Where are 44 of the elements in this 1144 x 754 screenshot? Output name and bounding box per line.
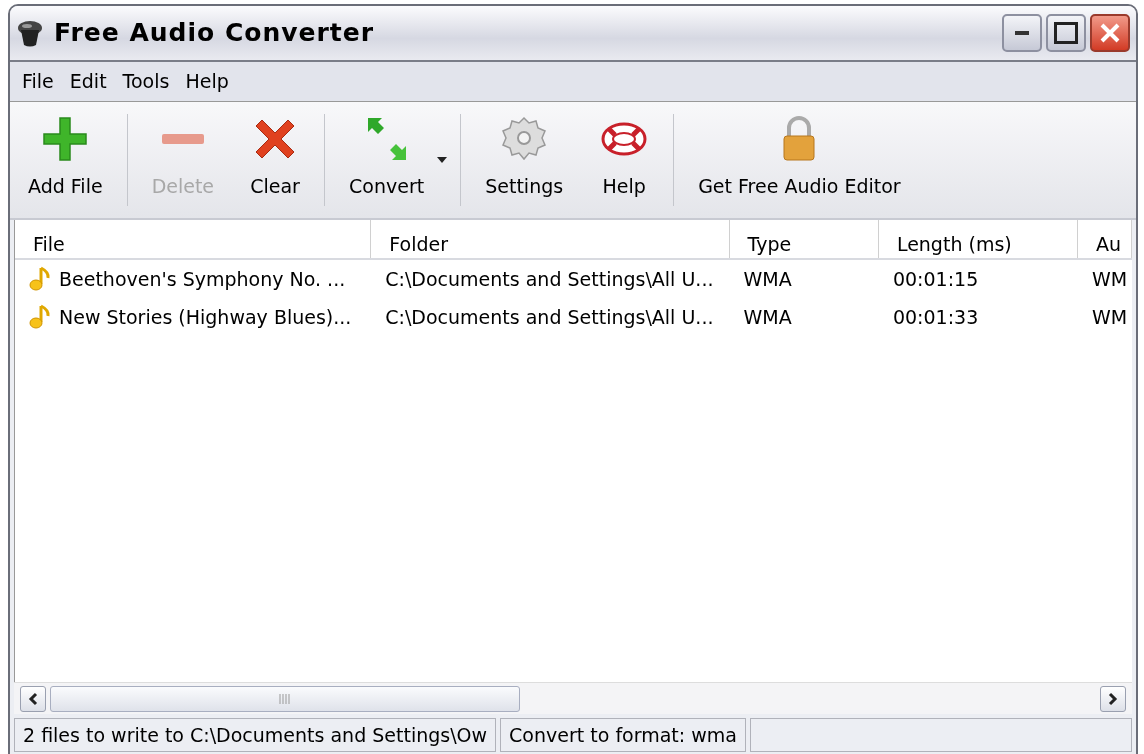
scroll-thumb[interactable] [50, 685, 520, 712]
table-cell-text: WMA [743, 304, 792, 330]
close-button[interactable] [1090, 14, 1130, 52]
minimize-icon [1015, 30, 1029, 36]
toolbar-button[interactable]: Clear [232, 108, 319, 212]
status-text: 2 files to write to C:\Documents and Settings\Ow [14, 718, 497, 752]
table-cell-text: WMA [743, 266, 792, 292]
menu-item[interactable]: Edit [61, 65, 115, 98]
table-cell-text: 00:01:15 [892, 266, 979, 292]
maximize-icon [1054, 22, 1078, 44]
menu-item[interactable]: Tools [114, 65, 178, 98]
column-header[interactable]: Au [1078, 220, 1132, 258]
table-cell-text: C:\Documents and Settings\All U... [385, 304, 714, 330]
toolbar-button[interactable]: Convert [331, 108, 455, 212]
scroll-right-button[interactable] [1100, 685, 1126, 712]
table-cell-text: WM [1092, 266, 1128, 292]
caret-icon[interactable] [436, 156, 449, 164]
toolbar-button[interactable]: Add File [10, 108, 121, 212]
column-header[interactable]: Length (ms) [878, 220, 1078, 258]
scroll-left-button[interactable] [20, 685, 46, 712]
table-cell-text: WM [1092, 304, 1128, 330]
maximize-button[interactable] [1046, 14, 1086, 52]
menu-item[interactable]: File [14, 65, 62, 98]
table-cell-text: 00:01:33 [892, 304, 979, 330]
window-title: Free Audio Converter [54, 17, 375, 50]
column-header[interactable]: File [15, 220, 372, 258]
table-cell-text: C:\Documents and Settings\All U... [385, 266, 714, 292]
table-cell-text: Beethoven's Symphony No. ... [59, 266, 346, 292]
music-note-icon [29, 266, 51, 292]
toolbar-button[interactable]: Help [581, 108, 668, 212]
status-text: Convert to format: wma [500, 718, 746, 752]
column-header[interactable]: Folder [371, 220, 730, 258]
minimize-button[interactable] [1002, 14, 1042, 52]
app-icon [16, 18, 44, 48]
menu-item[interactable]: Help [177, 65, 237, 98]
close-icon [1099, 22, 1121, 44]
table-cell-text: New Stories (Highway Blues)... [59, 304, 352, 330]
toolbar-button[interactable]: Settings [467, 108, 582, 212]
grip-icon [279, 693, 291, 704]
music-note-icon [29, 304, 51, 330]
minus-icon [161, 134, 204, 144]
horizontal-scrollbar[interactable] [14, 682, 1132, 714]
column-header[interactable]: Type [729, 220, 879, 258]
toolbar-button[interactable]: Get Free Audio Editor [680, 108, 919, 212]
